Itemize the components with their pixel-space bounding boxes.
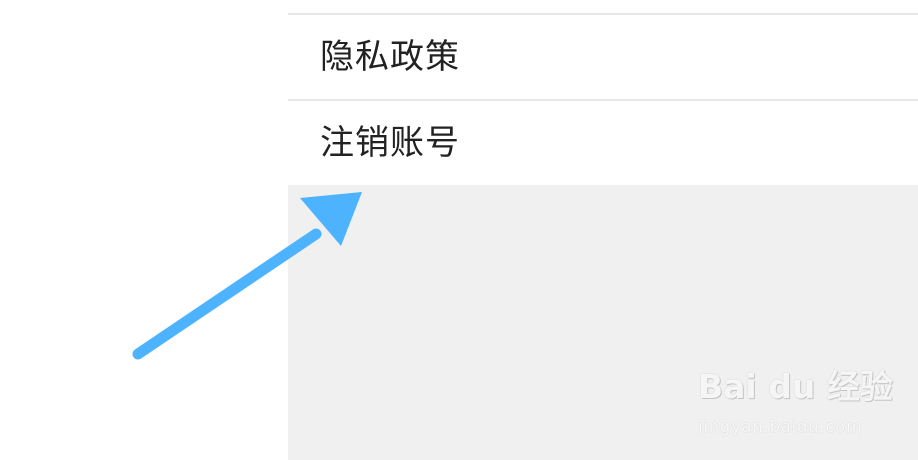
settings-item-privacy-policy[interactable]: 隐私政策 (288, 15, 918, 99)
watermark-logo-text: Bai du 经验 (698, 367, 893, 406)
settings-item-label: 注销账号 (320, 123, 460, 163)
watermark-url: jingyan.baidu.com (698, 417, 863, 436)
tutorial-screenshot: 隐私政策 注销账号 Bai du 经验 jingyan.baidu.com (0, 0, 918, 460)
baidu-jingyan-watermark: Bai du 经验 jingyan.baidu.com (698, 360, 893, 440)
settings-item-cancel-account[interactable]: 注销账号 (288, 101, 918, 185)
settings-item-label: 隐私政策 (320, 37, 460, 77)
